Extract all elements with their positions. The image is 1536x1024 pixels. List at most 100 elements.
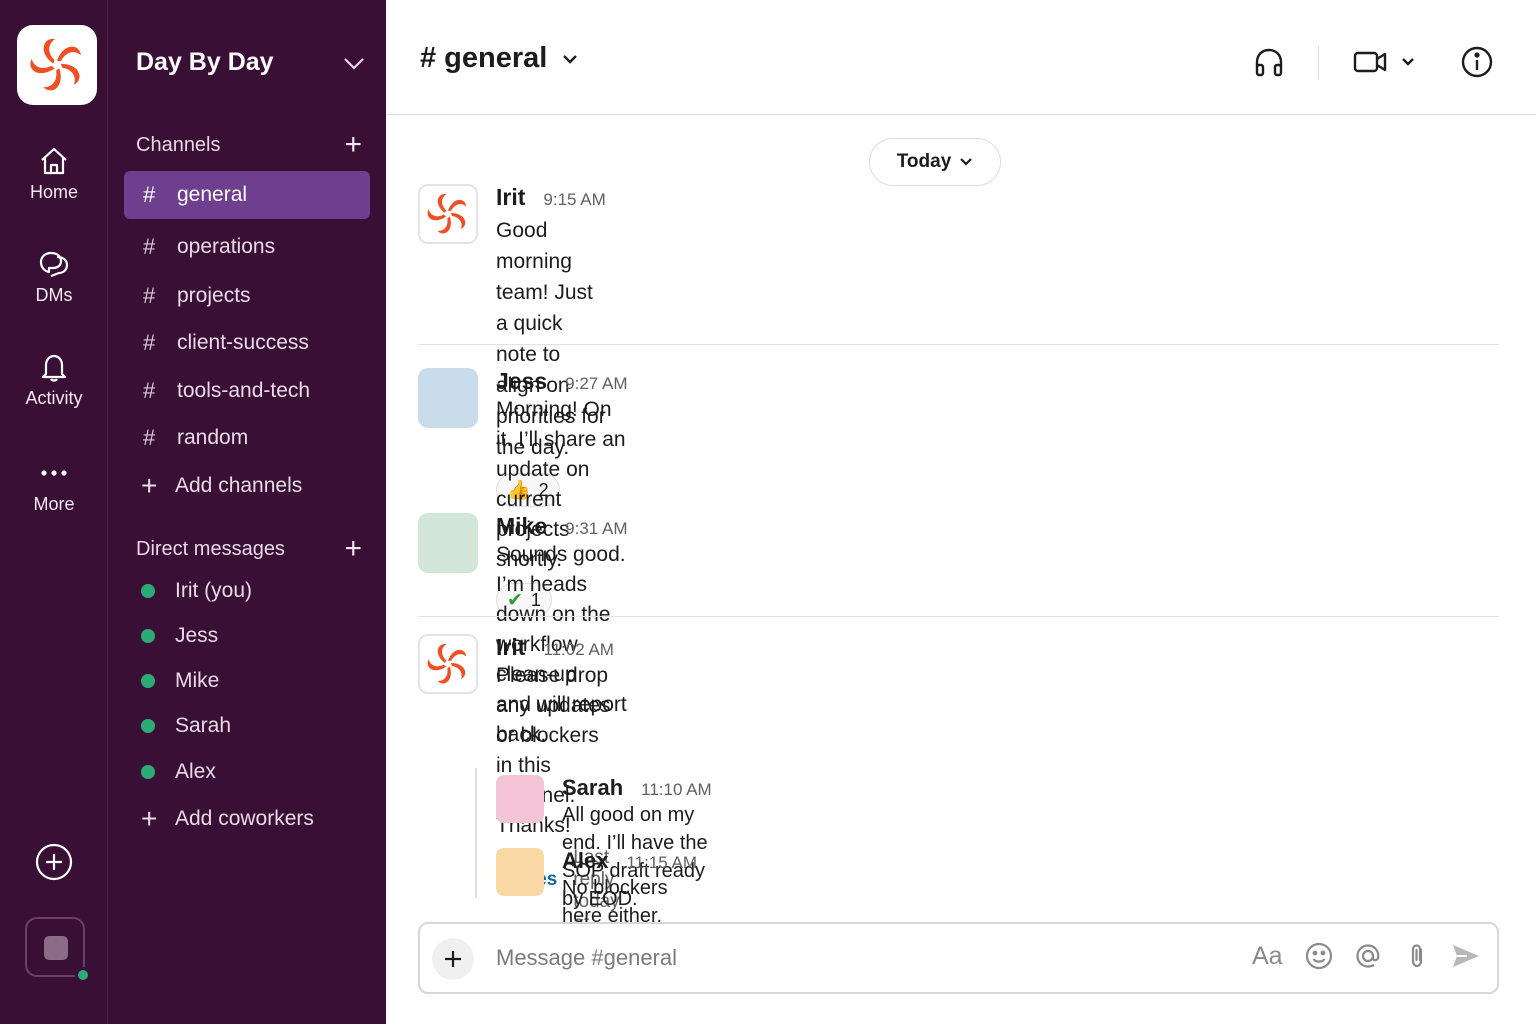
channel-item-client-success[interactable]: # client-success (124, 319, 370, 367)
chevron-down-icon (1402, 58, 1414, 66)
channel-item-label: projects (177, 284, 251, 307)
channel-item-label: random (177, 426, 249, 449)
message-composer: Aa (418, 922, 1499, 994)
video-call-button[interactable] (1352, 45, 1416, 79)
add-channels-button[interactable]: + Add channels (124, 464, 370, 508)
pinwheel-logo-icon[interactable] (17, 25, 97, 105)
message-author[interactable]: Sarah (562, 775, 623, 801)
rail-activity[interactable]: Activity (0, 350, 108, 409)
chevron-down-icon (344, 57, 364, 70)
dm-item-irit[interactable]: Irit (you) (124, 569, 370, 613)
dm-item-mike[interactable]: Mike (124, 659, 370, 703)
dm-item-alex[interactable]: Alex (124, 750, 370, 794)
channel-item-tools-and-tech[interactable]: # tools-and-tech (124, 367, 370, 415)
rail-dms[interactable]: DMs (0, 247, 108, 306)
avatar[interactable] (418, 184, 478, 244)
channels-section-header[interactable]: Channels + (136, 130, 362, 160)
hash-icon: # (143, 425, 156, 450)
send-icon[interactable] (1450, 941, 1482, 971)
workspace-switcher[interactable]: Day By Day (136, 48, 366, 77)
message-author[interactable]: Alex (562, 848, 608, 874)
chevron-down-icon (563, 54, 578, 64)
pinwheel-logo-icon (425, 642, 468, 687)
dm-item-sarah[interactable]: Sarah (124, 704, 370, 748)
message-text-line: Good morning team! Just a quick note to (496, 219, 593, 366)
message-timestamp[interactable]: 11:10 AM (641, 780, 712, 800)
avatar[interactable] (496, 848, 544, 896)
channel-item-label: client-success (177, 331, 309, 354)
channel-item-operations[interactable]: # operations (124, 223, 370, 271)
rail-home-label: Home (29, 182, 78, 202)
chat-bubbles-icon (39, 251, 69, 278)
presence-dot (141, 674, 155, 688)
dm-item-label: Jess (175, 624, 219, 647)
message-input[interactable] (496, 940, 1196, 976)
channel-item-label: operations (177, 235, 276, 258)
dm-item-label: Mike (175, 669, 220, 692)
workspace-name: Day By Day (136, 48, 274, 76)
attach-plus-button[interactable] (432, 938, 474, 980)
add-coworkers-button[interactable]: + Add coworkers (124, 797, 370, 841)
dm-item-label: Sarah (175, 714, 232, 737)
channel-title-button[interactable]: # general (420, 42, 579, 75)
avatar[interactable] (496, 775, 544, 823)
message-timestamp[interactable]: 9:27 AM (565, 374, 627, 394)
plus-icon: + (141, 470, 158, 501)
dms-header-label: Direct messages (136, 537, 285, 560)
channel-sidebar: Day By Day Channels + # general # operat… (108, 0, 386, 1024)
current-user-avatar[interactable] (25, 917, 91, 983)
format-text-button[interactable]: Aa (1252, 942, 1283, 971)
message-timestamp[interactable]: 11:02 AM (543, 640, 614, 660)
message-timestamp[interactable]: 9:31 AM (565, 519, 627, 539)
channel-item-label: tools-and-tech (177, 379, 311, 402)
message-divider (418, 344, 1499, 345)
message-timestamp[interactable]: 9:15 AM (543, 190, 605, 210)
dm-item-label: Irit (you) (175, 579, 253, 602)
message-author[interactable]: Irit (496, 184, 525, 211)
header-separator (1318, 46, 1319, 80)
headphones-icon[interactable] (1252, 45, 1286, 79)
chevron-down-icon (960, 158, 973, 166)
user-avatar-square (44, 936, 68, 960)
rail-home[interactable]: Home (0, 144, 108, 203)
paperclip-icon[interactable] (1402, 941, 1432, 971)
add-channels-label: Add channels (175, 474, 303, 497)
hash-icon: # (143, 283, 156, 308)
avatar[interactable] (418, 368, 478, 428)
hash-icon: # (143, 378, 156, 403)
channel-view: # general Today Irit 9:15 AM Good mornin… (386, 0, 1536, 1024)
presence-dot (141, 629, 155, 643)
rail-more-label: More (33, 494, 75, 514)
channel-item-random[interactable]: # random (124, 414, 370, 462)
dms-section-header[interactable]: Direct messages + (136, 534, 362, 564)
plus-icon (445, 951, 461, 967)
hash-icon: # (143, 234, 156, 259)
message-author[interactable]: Jess (496, 368, 547, 395)
video-camera-icon (1353, 51, 1387, 73)
date-divider-today[interactable]: Today (869, 138, 1001, 186)
channel-header: # general (386, 0, 1536, 115)
more-dots-icon (41, 470, 67, 476)
message-timestamp[interactable]: 11:15 AM (626, 853, 697, 873)
add-workspace-icon[interactable] (35, 843, 73, 881)
add-coworkers-label: Add coworkers (175, 807, 314, 830)
message-author[interactable]: Mike (496, 513, 547, 540)
add-channel-plus-icon[interactable]: + (344, 130, 362, 160)
date-divider-label: Today (896, 151, 952, 172)
plus-icon: + (141, 803, 158, 834)
dm-item-jess[interactable]: Jess (124, 614, 370, 658)
mention-icon[interactable] (1353, 941, 1383, 971)
rail-dms-label: DMs (35, 285, 73, 305)
avatar[interactable] (418, 634, 478, 694)
add-dm-plus-icon[interactable]: + (344, 534, 362, 564)
avatar[interactable] (418, 513, 478, 573)
home-icon (41, 147, 67, 175)
emoji-icon[interactable] (1304, 941, 1334, 971)
channel-item-projects[interactable]: # projects (124, 272, 370, 320)
info-icon[interactable] (1460, 45, 1494, 79)
channel-item-general[interactable]: # general (124, 171, 370, 219)
presence-dot (141, 719, 155, 733)
message-author[interactable]: Irit (496, 634, 525, 661)
rail-more[interactable]: More (0, 456, 108, 515)
channels-header-label: Channels (136, 133, 221, 156)
